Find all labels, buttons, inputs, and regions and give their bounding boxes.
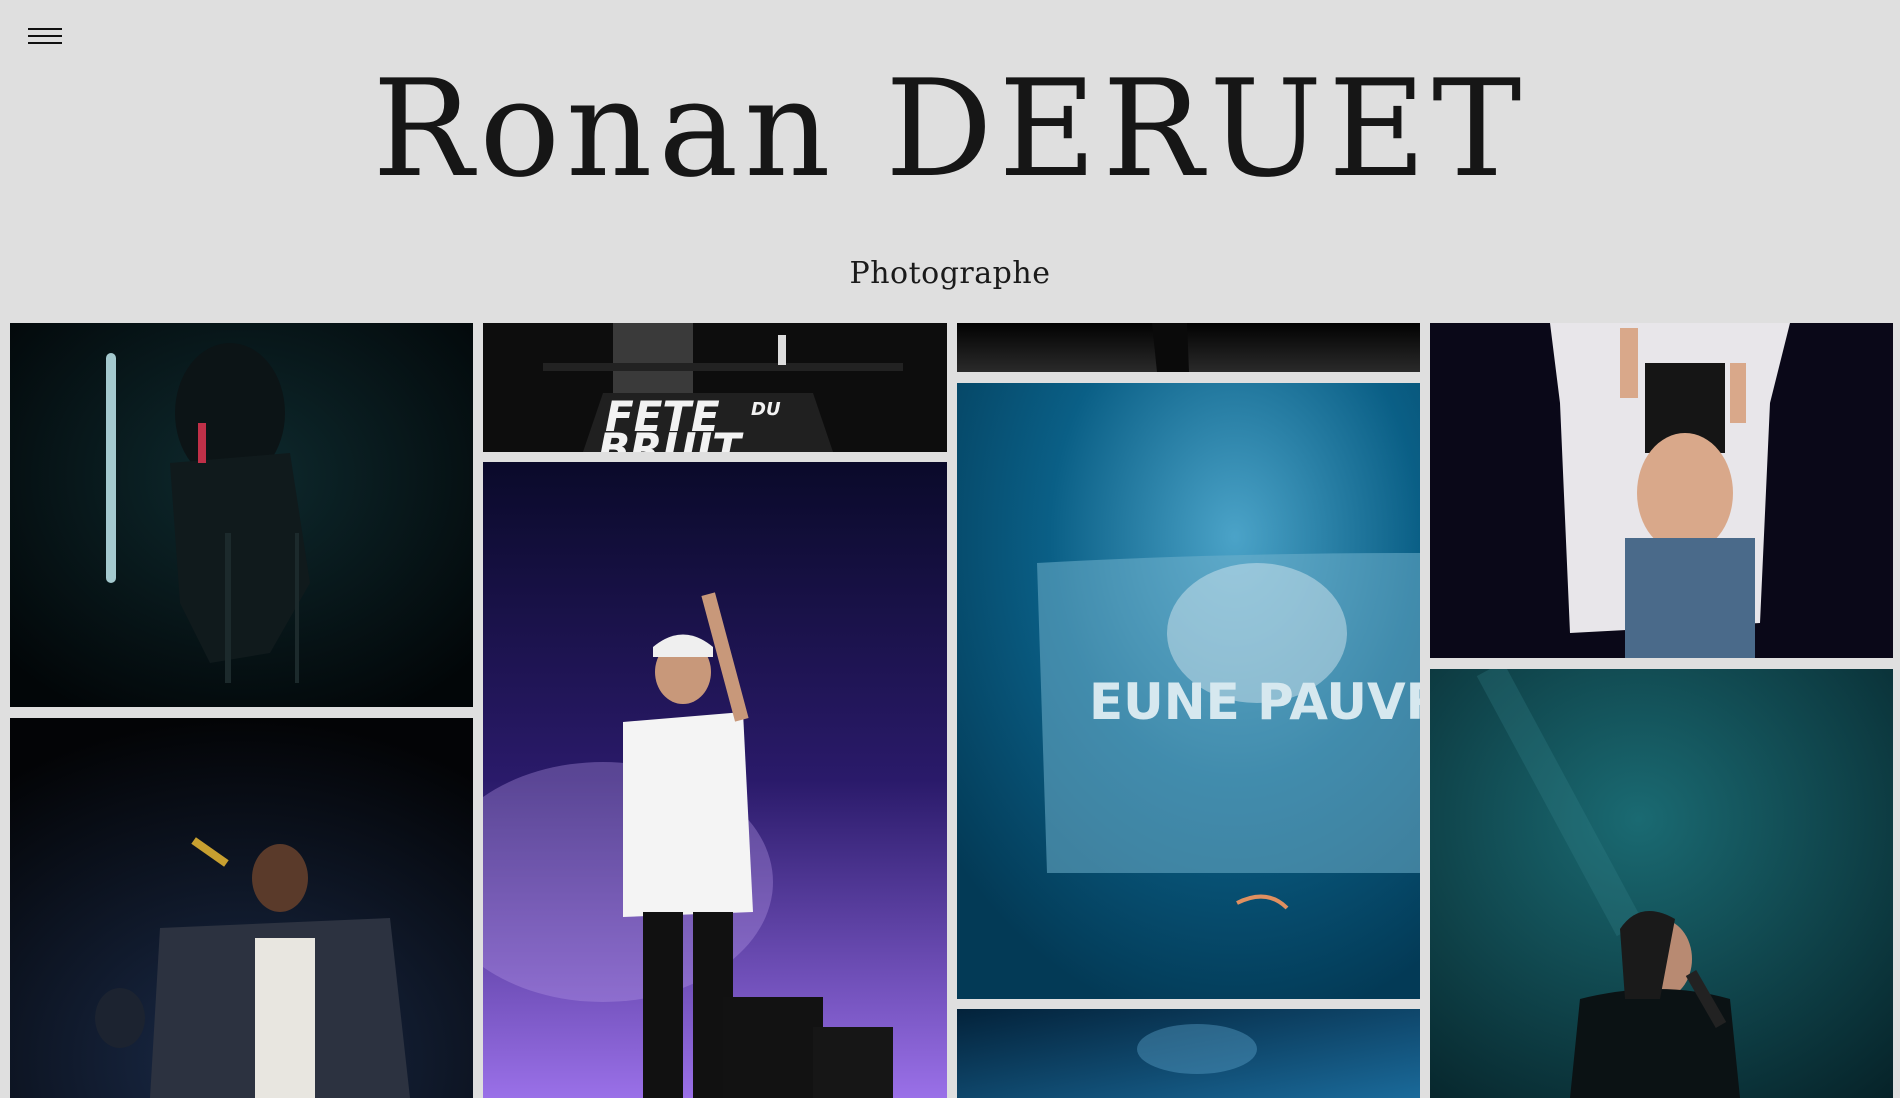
photo-fete-du-bruit-stage-image: FETE DU BRUIT — [483, 323, 947, 452]
photo-banner-text: EUNE PAUVR — [1089, 673, 1420, 731]
svg-text:BRUIT: BRUIT — [598, 424, 744, 452]
photo-rapper-seated-on-stool-image — [10, 323, 473, 707]
photo-dark-stage-top[interactable] — [957, 323, 1420, 372]
photo-rapper-jacket-microphone[interactable] — [10, 718, 473, 1098]
site-header: Ronan DERUET Photographe — [0, 62, 1900, 291]
site-title[interactable]: Ronan DERUET — [0, 62, 1900, 196]
photo-fete-du-bruit-stage[interactable]: FETE DU BRUIT — [483, 323, 947, 452]
photo-dancer-white-shirt-image — [1430, 323, 1893, 658]
hamburger-menu-icon[interactable] — [28, 28, 62, 50]
svg-text:DU: DU — [751, 399, 781, 420]
photo-singer-white-cap-pointing[interactable] — [483, 462, 947, 1098]
photo-dancer-white-shirt[interactable] — [1430, 323, 1893, 658]
photo-singer-white-cap-pointing-image — [483, 462, 947, 1098]
photo-banner-blue-image: EUNE PAUVR — [957, 383, 1420, 999]
photo-singer-teal-light[interactable] — [1430, 669, 1893, 1098]
photo-blue-stage-bottom[interactable] — [957, 1009, 1420, 1098]
site-subtitle: Photographe — [849, 256, 1051, 291]
photo-banner-blue[interactable]: EUNE PAUVR — [957, 383, 1420, 999]
photo-singer-teal-light-image — [1430, 669, 1893, 1098]
photo-blue-stage-bottom-image — [957, 1009, 1420, 1098]
photo-rapper-seated-on-stool[interactable] — [10, 323, 473, 707]
photo-dark-stage-top-image — [957, 323, 1420, 372]
photo-rapper-jacket-microphone-image — [10, 718, 473, 1098]
